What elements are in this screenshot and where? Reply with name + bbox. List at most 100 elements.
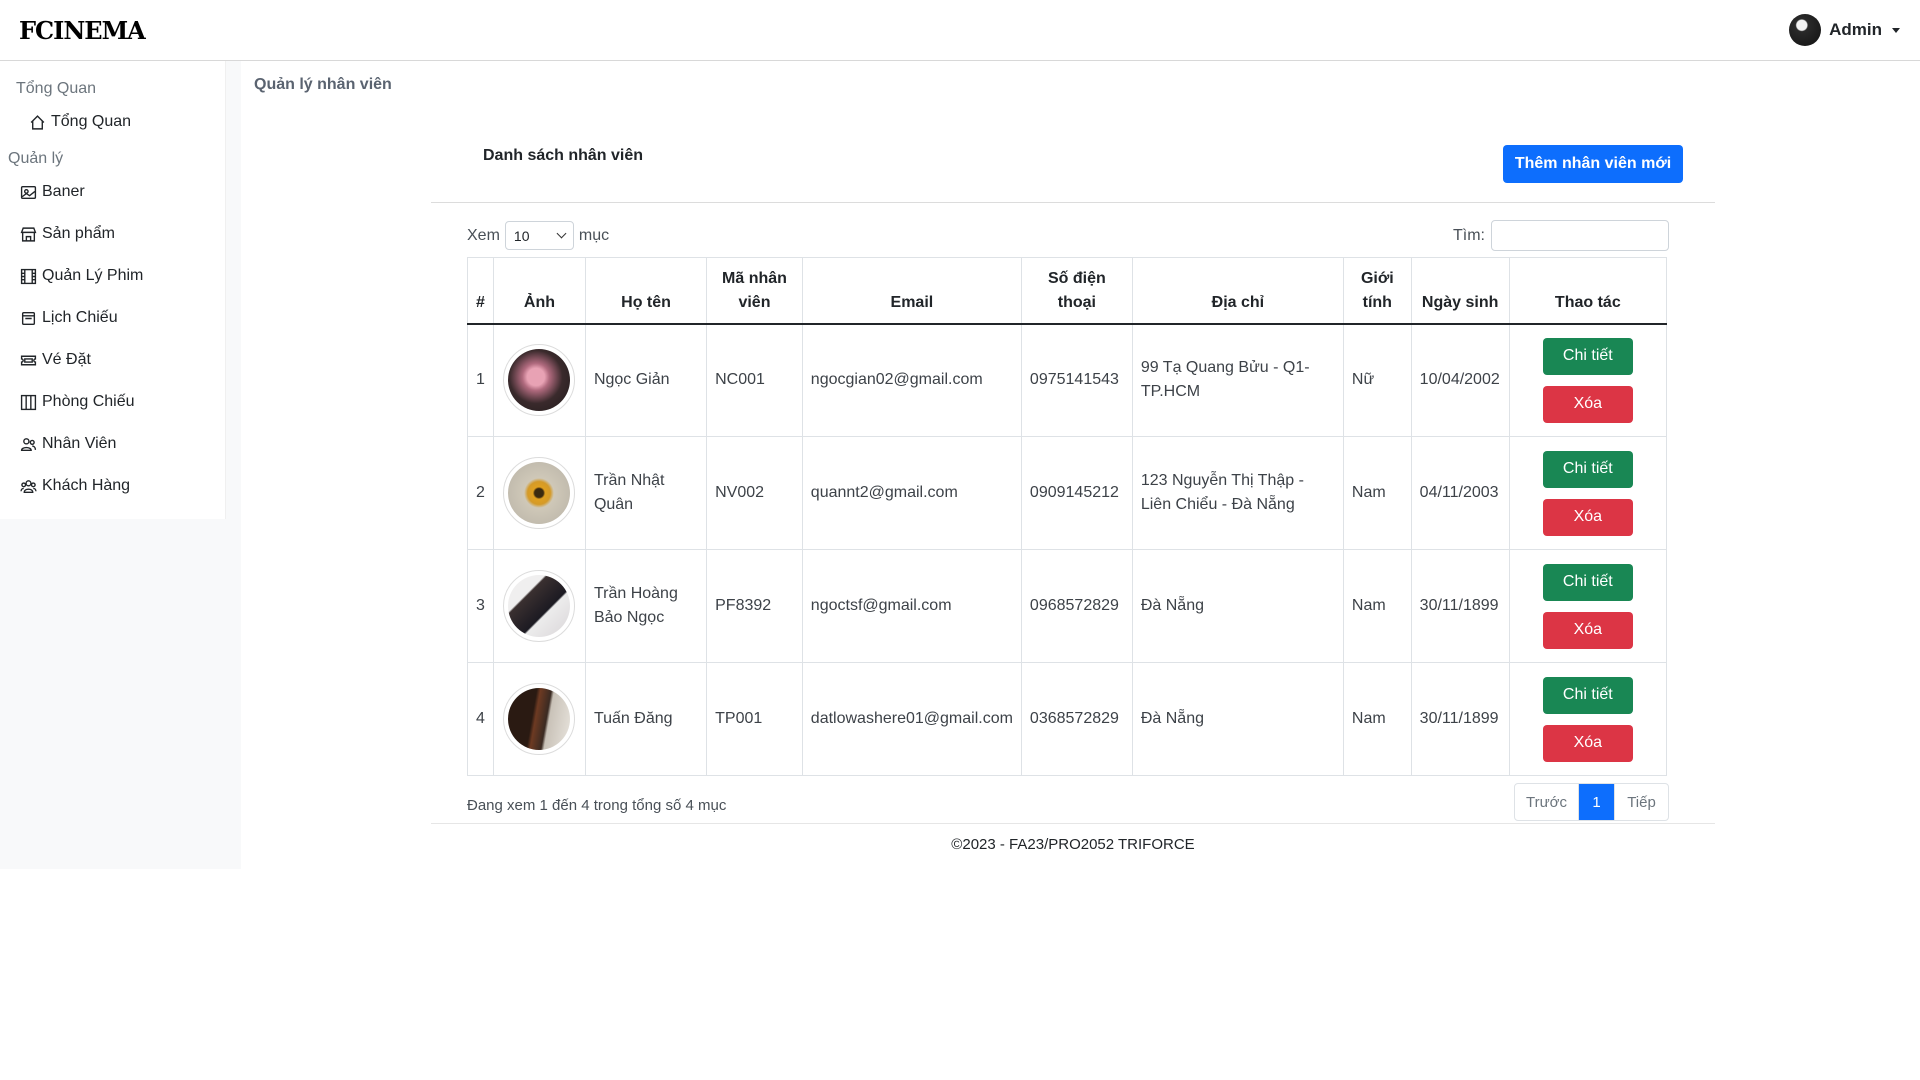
user-name[interactable]: Admin bbox=[1829, 20, 1882, 40]
cell-code: NC001 bbox=[706, 323, 803, 437]
pagination-page-current[interactable]: 1 bbox=[1579, 784, 1614, 820]
house-icon bbox=[30, 114, 45, 130]
photo-image bbox=[508, 349, 571, 412]
cell-gender: Nam bbox=[1342, 662, 1412, 776]
sidebar-item-label: Nhân Viên bbox=[42, 435, 117, 452]
table-row: 4 Tuấn Đăng TP001 datlowashere01@gmail.c… bbox=[467, 662, 1668, 776]
delete-button[interactable]: Xóa bbox=[1542, 498, 1633, 536]
columns-icon bbox=[20, 394, 37, 410]
sidebar-item-staff[interactable]: Nhân Viên bbox=[20, 435, 116, 453]
chevron-down-icon bbox=[556, 228, 567, 239]
sidebar-item-schedule[interactable]: Lịch Chiếu bbox=[20, 309, 118, 327]
footer-copyright: ©2023 - FA23/PRO2052 TRIFORCE bbox=[951, 836, 1195, 853]
table-info: Đang xem 1 đến 4 trong tổng số 4 mục bbox=[467, 797, 727, 814]
search-input[interactable] bbox=[1491, 220, 1669, 251]
cell-dob: 10/04/2002 bbox=[1410, 323, 1510, 437]
column-header-phone[interactable]: Số điện thoại bbox=[1020, 257, 1133, 325]
sidebar-item-products[interactable]: Sản phẩm bbox=[20, 225, 115, 243]
add-employee-button[interactable]: Thêm nhân viên mới bbox=[1503, 145, 1683, 183]
cell-phone: 0975141543 bbox=[1020, 323, 1133, 437]
calendar-icon bbox=[21, 311, 36, 325]
sidebar-item-label: Quản Lý Phim bbox=[42, 267, 144, 284]
sidebar-item-label: Phòng Chiếu bbox=[42, 393, 135, 410]
employee-table: # Ảnh Họ tên Mã nhân viên Email Số điện … bbox=[467, 257, 1668, 776]
detail-button[interactable]: Chi tiết bbox=[1542, 563, 1633, 601]
page-length-control: Xem 10 mục bbox=[467, 221, 609, 250]
sidebar-item-banner[interactable]: Baner bbox=[20, 183, 85, 201]
cell-index: 2 bbox=[467, 436, 494, 550]
cell-address: Đà Nẵng bbox=[1131, 662, 1344, 776]
cell-dob: 04/11/2003 bbox=[1410, 436, 1510, 550]
cell-name: Ngọc Giản bbox=[584, 323, 708, 437]
column-header-gender[interactable]: Giới tính bbox=[1342, 257, 1412, 325]
detail-button[interactable]: Chi tiết bbox=[1542, 676, 1633, 714]
cell-index: 4 bbox=[467, 662, 494, 776]
user-avatar[interactable] bbox=[1789, 14, 1822, 46]
column-header-email[interactable]: Email bbox=[801, 257, 1022, 325]
page-length-value: 10 bbox=[513, 227, 530, 244]
search-label: Tìm: bbox=[1453, 226, 1485, 244]
sidebar-item-movies[interactable]: Quản Lý Phim bbox=[20, 267, 143, 285]
divider bbox=[431, 823, 1715, 824]
cell-actions: Chi tiết Xóa bbox=[1508, 662, 1668, 776]
cell-actions: Chi tiết Xóa bbox=[1508, 436, 1668, 550]
detail-button[interactable]: Chi tiết bbox=[1542, 337, 1633, 375]
column-header-index[interactable]: # bbox=[467, 257, 494, 325]
cell-name: Trần Hoàng Bảo Ngọc bbox=[584, 549, 708, 663]
cell-actions: Chi tiết Xóa bbox=[1508, 549, 1668, 663]
column-header-photo[interactable]: Ảnh bbox=[492, 257, 586, 325]
pagination-previous[interactable]: Trước bbox=[1515, 784, 1579, 820]
cell-photo bbox=[492, 662, 586, 776]
sidebar-menu: Tổng Quan Tổng Quan Quản lý Baner Sản ph… bbox=[0, 61, 226, 519]
cell-email: ngocgian02@gmail.com bbox=[801, 323, 1022, 437]
employee-photo bbox=[503, 344, 576, 417]
sidebar-item-label: Khách Hàng bbox=[42, 477, 131, 494]
detail-button[interactable]: Chi tiết bbox=[1542, 450, 1633, 488]
column-header-dob[interactable]: Ngày sinh bbox=[1410, 257, 1510, 325]
cell-address: 99 Tạ Quang Bửu - Q1-TP.HCM bbox=[1131, 323, 1344, 437]
divider bbox=[431, 202, 1715, 203]
table-header-row: # Ảnh Họ tên Mã nhân viên Email Số điện … bbox=[467, 257, 1668, 325]
cell-code: NV002 bbox=[706, 436, 803, 550]
cell-code: PF8392 bbox=[706, 549, 803, 663]
cell-email: datlowashere01@gmail.com bbox=[801, 662, 1022, 776]
sidebar: Tổng Quan Tổng Quan Quản lý Baner Sản ph… bbox=[0, 61, 241, 869]
cell-index: 3 bbox=[467, 549, 494, 663]
delete-button[interactable]: Xóa bbox=[1542, 724, 1633, 762]
ticket-icon bbox=[20, 355, 37, 365]
photo-image bbox=[508, 688, 571, 750]
photo-image bbox=[508, 462, 571, 524]
sidebar-item-label: Tổng Quan bbox=[51, 113, 132, 130]
employee-photo bbox=[503, 570, 576, 642]
cell-photo bbox=[492, 436, 586, 550]
cell-phone: 0368572829 bbox=[1020, 662, 1133, 776]
sidebar-item-overview[interactable]: Tổng Quan bbox=[29, 113, 131, 131]
sidebar-item-label: Baner bbox=[42, 183, 85, 200]
sidebar-item-tickets[interactable]: Vé Đặt bbox=[20, 351, 91, 369]
film-icon bbox=[20, 268, 37, 284]
user-menu[interactable]: Admin bbox=[1789, 14, 1900, 46]
cell-photo bbox=[492, 323, 586, 437]
table-row: 3 Trần Hoàng Bảo Ngọc PF8392 ngoctsf@gma… bbox=[467, 549, 1668, 663]
column-header-name[interactable]: Họ tên bbox=[584, 257, 708, 325]
cell-name: Tuấn Đăng bbox=[584, 662, 708, 776]
delete-button[interactable]: Xóa bbox=[1542, 385, 1633, 423]
sidebar-item-customers[interactable]: Khách Hàng bbox=[20, 477, 130, 495]
column-header-actions: Thao tác bbox=[1508, 257, 1668, 325]
employee-photo bbox=[503, 457, 576, 529]
search-control: Tìm: bbox=[1453, 220, 1669, 251]
delete-button[interactable]: Xóa bbox=[1542, 611, 1633, 649]
cell-address: 123 Nguyễn Thị Thập - Liên Chiểu - Đà Nẵ… bbox=[1131, 436, 1344, 550]
cell-name: Trần Nhật Quân bbox=[584, 436, 708, 550]
pagination-next[interactable]: Tiếp bbox=[1614, 784, 1668, 820]
cell-gender: Nam bbox=[1342, 549, 1412, 663]
sidebar-heading-overview: Tổng Quan bbox=[16, 80, 97, 97]
caret-down-icon[interactable] bbox=[1892, 27, 1900, 33]
length-prefix: Xem bbox=[467, 226, 500, 244]
sidebar-item-rooms[interactable]: Phòng Chiếu bbox=[20, 393, 135, 411]
users-icon bbox=[20, 479, 37, 493]
column-header-address[interactable]: Địa chỉ bbox=[1131, 257, 1344, 325]
column-header-code[interactable]: Mã nhân viên bbox=[706, 257, 803, 325]
brand-logo[interactable]: FCINEMA bbox=[19, 16, 146, 45]
page-length-select[interactable]: 10 bbox=[504, 221, 574, 250]
